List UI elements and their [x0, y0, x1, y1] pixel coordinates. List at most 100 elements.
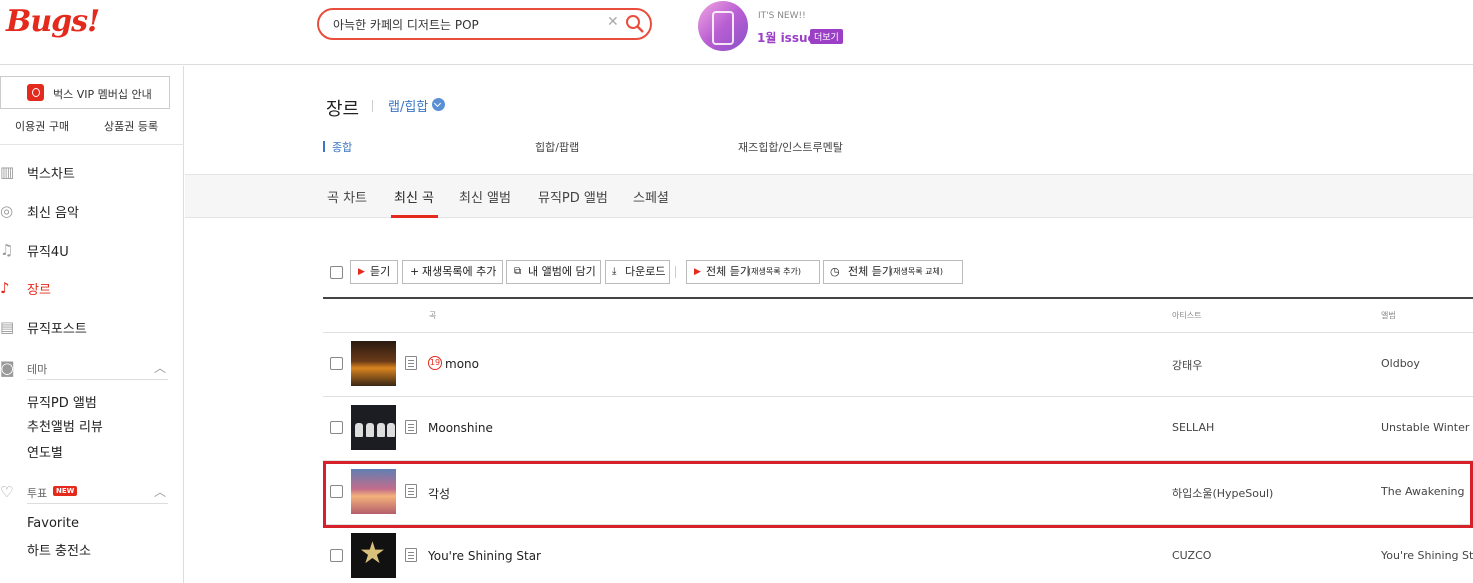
- sidebar-item-music4u[interactable]: ♫ 뮤직4U: [0, 239, 184, 261]
- clear-icon[interactable]: ✕: [607, 14, 619, 30]
- sidebar-item-musicpd-album[interactable]: 뮤직PD 앨범: [27, 392, 97, 411]
- track-title[interactable]: mono: [445, 357, 479, 371]
- select-all-checkbox[interactable]: [330, 266, 343, 279]
- divider: [372, 100, 373, 112]
- chevron-up-icon[interactable]: ︿: [154, 483, 166, 500]
- column-header-artist: 아티스트: [1172, 311, 1202, 320]
- button-label: 전체 듣기: [848, 265, 892, 278]
- play-icon: ▶: [694, 267, 701, 277]
- age-19-icon: 19: [428, 356, 442, 370]
- album-cover[interactable]: [351, 469, 396, 514]
- sidebar-item-chart[interactable]: ▥ 벅스차트: [0, 161, 184, 183]
- sidebar-item-favorite[interactable]: Favorite: [27, 516, 79, 531]
- table-row: 각성 하입소울(HypeSoul) The Awakening: [323, 460, 1473, 524]
- page-title: 장르: [326, 99, 360, 120]
- add-to-my-album-button[interactable]: ⧉ 내 앨범에 담기: [506, 260, 601, 284]
- album-cover[interactable]: [351, 405, 396, 450]
- track-title[interactable]: 각성: [428, 485, 450, 502]
- table-row: 19 mono 강태우 Oldboy: [323, 332, 1473, 396]
- lyrics-icon[interactable]: [405, 484, 417, 498]
- sidebar-item-label: 장르: [27, 283, 51, 298]
- column-header-album: 앨범: [1381, 311, 1396, 320]
- button-sublabel: (재생목록 교체): [890, 267, 943, 276]
- track-artist[interactable]: CUZCO: [1172, 549, 1211, 562]
- main-content: 장르 랩/힙합 종합 힙합/팝랩 재즈힙합/인스트루멘탈 곡 차트 최신 곡 최…: [185, 66, 1473, 583]
- search-box: ✕: [317, 8, 652, 40]
- row-checkbox[interactable]: [330, 485, 343, 498]
- tab-musicpd-album[interactable]: 뮤직PD 앨범: [538, 187, 608, 206]
- chevron-up-icon[interactable]: ︿: [154, 359, 166, 376]
- subgenre-hiphop-poprap[interactable]: 힙합/팝랩: [535, 139, 579, 155]
- add-to-playlist-button[interactable]: + 재생목록에 추가: [402, 260, 503, 284]
- table-row: Moonshine SELLAH Unstable Winter: [323, 396, 1473, 460]
- vote-label: 투표: [27, 487, 48, 500]
- theme-label: 테마: [27, 363, 48, 376]
- purchase-link[interactable]: 이용권 구매: [15, 118, 69, 134]
- listen-button[interactable]: ▶ 듣기: [350, 260, 398, 284]
- issue-title[interactable]: 1월 issue: [757, 29, 816, 46]
- button-label: 듣기: [370, 265, 391, 278]
- sidebar-item-heart-charge[interactable]: 하트 충전소: [27, 540, 91, 559]
- theme-icon: ◙: [0, 359, 15, 377]
- sidebar: 벅스 VIP 멤버십 안내 이용권 구매 상품권 등록 ▥ 벅스차트 ◎ 최신 …: [0, 66, 184, 583]
- voucher-link[interactable]: 상품권 등록: [104, 118, 158, 134]
- post-icon: ▤: [0, 318, 15, 336]
- subgenre-jazz-hiphop[interactable]: 재즈힙합/인스트루멘탈: [738, 139, 843, 155]
- tab-latest-songs[interactable]: 최신 곡: [394, 187, 434, 206]
- heart-icon: ♡: [0, 483, 14, 501]
- row-checkbox[interactable]: [330, 549, 343, 562]
- play-all-add-button[interactable]: ▶ 전체 듣기 (재생목록 추가): [686, 260, 820, 284]
- sidebar-item-musicpost[interactable]: ▤ 뮤직포스트: [0, 316, 184, 338]
- replace-play-icon: ◷: [830, 265, 840, 278]
- search-input[interactable]: [333, 15, 603, 33]
- issue-more-button[interactable]: 더보기: [810, 29, 843, 44]
- track-artist[interactable]: SELLAH: [1172, 421, 1214, 434]
- track-album[interactable]: You're Shining Star: [1381, 549, 1473, 562]
- issue-new-label: IT'S NEW!!: [758, 11, 806, 21]
- album-cover[interactable]: [351, 341, 396, 386]
- button-label: 재생목록에 추가: [422, 265, 497, 278]
- lyrics-icon[interactable]: [405, 356, 417, 370]
- track-artist[interactable]: 하입소울(HypeSoul): [1172, 485, 1273, 501]
- track-album[interactable]: Oldboy: [1381, 357, 1473, 370]
- sidebar-item-genre[interactable]: ♪ 장르: [0, 277, 184, 299]
- track-album[interactable]: Unstable Winter: [1381, 421, 1473, 434]
- lyrics-icon[interactable]: [405, 420, 417, 434]
- vip-icon: [27, 84, 44, 101]
- active-tab-indicator: [391, 215, 438, 218]
- button-label: 다운로드: [625, 265, 666, 278]
- vip-membership-button[interactable]: 벅스 VIP 멤버십 안내: [0, 76, 170, 109]
- track-title[interactable]: You're Shining Star: [428, 549, 541, 563]
- table-row: ★ You're Shining Star CUZCO You're Shini…: [323, 524, 1473, 583]
- divider: [323, 297, 1473, 299]
- lyrics-icon[interactable]: [405, 548, 417, 562]
- new-badge: NEW: [53, 486, 78, 496]
- row-checkbox[interactable]: [330, 421, 343, 434]
- sidebar-item-new-music[interactable]: ◎ 최신 음악: [0, 200, 184, 222]
- play-icon: ▶: [358, 267, 365, 277]
- bugs-logo[interactable]: Bugs!: [6, 4, 100, 39]
- vip-label: 벅스 VIP 멤버십 안내: [53, 88, 152, 101]
- issue-thumbnail[interactable]: [698, 1, 748, 51]
- download-button[interactable]: ⤓ 다운로드: [605, 260, 670, 284]
- track-title[interactable]: Moonshine: [428, 421, 493, 435]
- button-sublabel: (재생목록 추가): [748, 267, 801, 276]
- tab-song-chart[interactable]: 곡 차트: [327, 187, 367, 206]
- play-all-replace-button[interactable]: ◷ 전체 듣기 (재생목록 교체): [823, 260, 963, 284]
- subgenre-all[interactable]: 종합: [332, 139, 352, 155]
- plus-icon: +: [410, 265, 420, 278]
- sidebar-item-label: 최신 음악: [27, 206, 79, 221]
- sidebar-item-album-review[interactable]: 추천앨범 리뷰: [27, 416, 103, 435]
- genre-selector[interactable]: 랩/힙합: [388, 96, 428, 115]
- disc-icon: ◎: [0, 202, 14, 220]
- track-album[interactable]: The Awakening: [1381, 485, 1473, 498]
- album-cover[interactable]: ★: [351, 533, 396, 578]
- row-checkbox[interactable]: [330, 357, 343, 370]
- sidebar-item-by-year[interactable]: 연도별: [27, 442, 63, 461]
- search-icon[interactable]: [625, 14, 645, 34]
- tab-latest-albums[interactable]: 최신 앨범: [459, 187, 511, 206]
- chart-icon: ▥: [0, 163, 15, 181]
- tab-special[interactable]: 스페셜: [633, 187, 669, 206]
- chevron-down-icon[interactable]: [432, 98, 445, 111]
- track-artist[interactable]: 강태우: [1172, 357, 1202, 373]
